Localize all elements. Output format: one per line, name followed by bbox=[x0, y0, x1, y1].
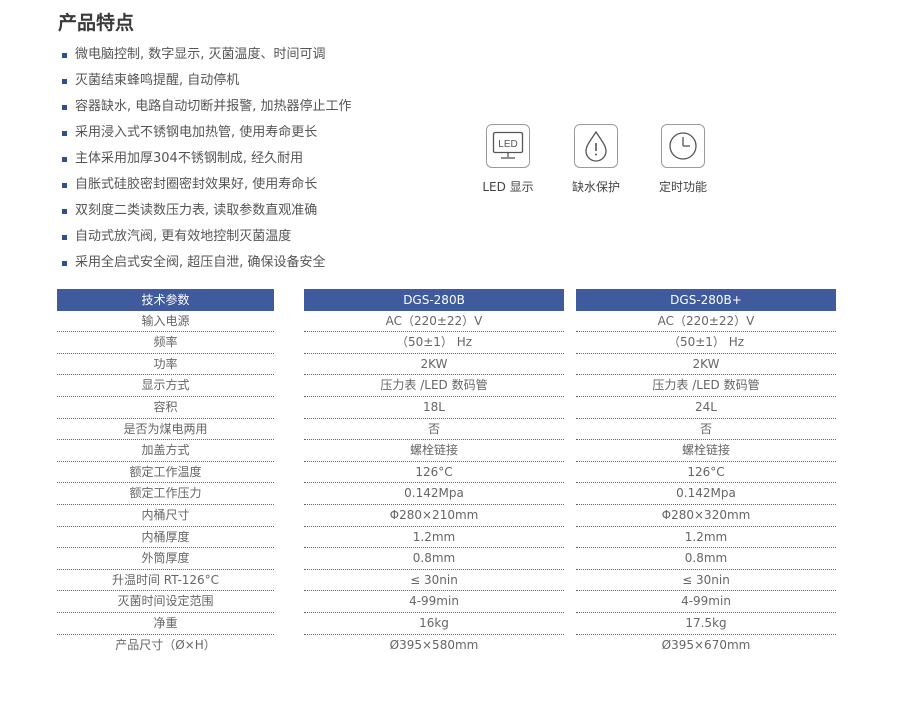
param-value-a: 2KW bbox=[304, 354, 564, 376]
param-value-a: 18L bbox=[304, 397, 564, 419]
bullet-icon bbox=[62, 79, 67, 84]
param-name: 频率 bbox=[57, 332, 274, 354]
param-value-a: 螺栓链接 bbox=[304, 440, 564, 462]
bullet-icon bbox=[62, 53, 67, 58]
param-name: 额定工作压力 bbox=[57, 483, 274, 505]
bullet-icon bbox=[62, 157, 67, 162]
param-value-a: 压力表 /LED 数码管 bbox=[304, 375, 564, 397]
feature-text: 容器缺水, 电路自动切断并报警, 加热器停止工作 bbox=[75, 99, 352, 114]
param-name: 产品尺寸（Ø×H） bbox=[115, 637, 216, 652]
bullet-icon bbox=[62, 261, 67, 266]
param-value-a: 16kg bbox=[304, 613, 564, 635]
led-display-icon: LED bbox=[486, 124, 530, 168]
feature-text: 自胀式硅胶密封圈密封效果好, 使用寿命长 bbox=[75, 177, 318, 192]
param-value-b: 0.142Mpa bbox=[576, 483, 836, 505]
icon-label: LED 显示 bbox=[482, 180, 534, 194]
param-value-a: Ø395×580mm bbox=[389, 637, 479, 652]
feature-text: 微电脑控制, 数字显示, 灭菌温度、时间可调 bbox=[75, 47, 326, 62]
feature-item: 自胀式硅胶密封圈密封效果好, 使用寿命长 bbox=[62, 174, 352, 200]
feature-text: 双刻度二类读数压力表, 读取参数直观准确 bbox=[75, 203, 318, 218]
param-value-a: Φ280×210mm bbox=[304, 505, 564, 527]
bullet-icon bbox=[62, 105, 67, 110]
param-value-a: （50±1） Hz bbox=[304, 332, 564, 354]
feature-text: 灭菌结束蜂鸣提醒, 自动停机 bbox=[75, 73, 240, 88]
param-value-b: AC（220±22）V bbox=[576, 311, 836, 333]
clock-icon bbox=[661, 124, 705, 168]
feature-text: 采用浸入式不锈钢电加热管, 使用寿命更长 bbox=[75, 125, 318, 140]
param-value-a: 4-99min bbox=[304, 591, 564, 613]
param-value-b: Ø395×670mm bbox=[661, 637, 751, 652]
param-value-b: 17.5kg bbox=[576, 613, 836, 635]
param-value-b: 压力表 /LED 数码管 bbox=[576, 375, 836, 397]
page-title: 产品特点 bbox=[58, 12, 135, 34]
param-value-a: 126°C bbox=[304, 462, 564, 484]
param-value-b: 2KW bbox=[576, 354, 836, 376]
feature-item: 微电脑控制, 数字显示, 灭菌温度、时间可调 bbox=[62, 44, 352, 70]
bullet-icon bbox=[62, 183, 67, 188]
feature-item: 双刻度二类读数压力表, 读取参数直观准确 bbox=[62, 200, 352, 226]
icon-label: 缺水保护 bbox=[571, 180, 620, 194]
param-value-b: 24L bbox=[576, 397, 836, 419]
bullet-icon bbox=[62, 131, 67, 136]
feature-icon-led: LED LED 显示 bbox=[468, 124, 548, 195]
feature-icon-timer: 定时功能 bbox=[643, 124, 723, 195]
bullet-icon bbox=[62, 209, 67, 214]
param-name: 升温时间 RT-126°C bbox=[57, 570, 274, 592]
param-value-a: 1.2mm bbox=[304, 527, 564, 549]
param-name: 内桶尺寸 bbox=[57, 505, 274, 527]
param-value-a: 0.8mm bbox=[304, 548, 564, 570]
param-value-b: 螺栓链接 bbox=[576, 440, 836, 462]
header-cell-param: 技术参数 bbox=[57, 289, 274, 311]
led-icon-text: LED bbox=[498, 139, 517, 150]
param-value-b: （50±1） Hz bbox=[576, 332, 836, 354]
param-value-b: 0.8mm bbox=[576, 548, 836, 570]
feature-list: 微电脑控制, 数字显示, 灭菌温度、时间可调 灭菌结束蜂鸣提醒, 自动停机 容器… bbox=[62, 44, 352, 278]
feature-item: 容器缺水, 电路自动切断并报警, 加热器停止工作 bbox=[62, 96, 352, 122]
param-name: 容积 bbox=[57, 397, 274, 419]
param-name: 内桶厚度 bbox=[57, 527, 274, 549]
param-name: 功率 bbox=[57, 354, 274, 376]
param-name: 灭菌时间设定范围 bbox=[57, 591, 274, 613]
feature-item: 主体采用加厚304不锈钢制成, 经久耐用 bbox=[62, 148, 352, 174]
header-cell-model-a: DGS-280B bbox=[304, 289, 564, 311]
param-value-a: 0.142Mpa bbox=[304, 483, 564, 505]
header-cell-model-b: DGS-280B+ bbox=[576, 289, 836, 311]
param-value-b: 126°C bbox=[576, 462, 836, 484]
param-name: 外筒厚度 bbox=[57, 548, 274, 570]
param-value-a: ≤ 30nin bbox=[304, 570, 564, 592]
param-value-b: 4-99min bbox=[576, 591, 836, 613]
feature-item: 自动式放汽阀, 更有效地控制灭菌温度 bbox=[62, 226, 352, 252]
feature-text: 主体采用加厚304不锈钢制成, 经久耐用 bbox=[75, 151, 304, 166]
param-value-a: 否 bbox=[304, 419, 564, 441]
param-value-b: Φ280×320mm bbox=[576, 505, 836, 527]
feature-item: 采用全启式安全阀, 超压自泄, 确保设备安全 bbox=[62, 252, 352, 278]
feature-item: 采用浸入式不锈钢电加热管, 使用寿命更长 bbox=[62, 122, 352, 148]
feature-item: 灭菌结束蜂鸣提醒, 自动停机 bbox=[62, 70, 352, 96]
bullet-icon bbox=[62, 235, 67, 240]
param-name: 加盖方式 bbox=[57, 440, 274, 462]
param-value-a: AC（220±22）V bbox=[304, 311, 564, 333]
feature-text: 自动式放汽阀, 更有效地控制灭菌温度 bbox=[75, 229, 292, 244]
param-name: 额定工作温度 bbox=[57, 462, 274, 484]
param-value-b: 否 bbox=[576, 419, 836, 441]
icon-label: 定时功能 bbox=[658, 180, 707, 194]
water-shortage-icon bbox=[574, 124, 618, 168]
feature-icon-water: 缺水保护 bbox=[556, 124, 636, 195]
param-value-b: 1.2mm bbox=[576, 527, 836, 549]
param-name: 输入电源 bbox=[57, 311, 274, 333]
param-name: 净重 bbox=[57, 613, 274, 635]
param-name: 是否为煤电两用 bbox=[57, 419, 274, 441]
feature-text: 采用全启式安全阀, 超压自泄, 确保设备安全 bbox=[75, 255, 326, 270]
param-name: 显示方式 bbox=[57, 375, 274, 397]
param-value-b: ≤ 30nin bbox=[576, 570, 836, 592]
